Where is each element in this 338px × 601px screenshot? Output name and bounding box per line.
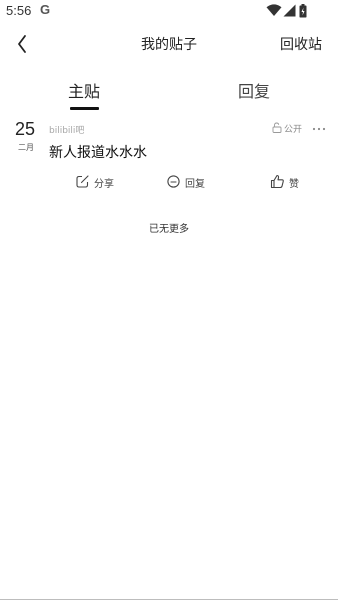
post-title[interactable]: 新人报道水水水: [49, 142, 147, 162]
share-button[interactable]: 分享: [75, 173, 125, 191]
wifi-icon: [266, 4, 282, 16]
no-more-indicator: 已无更多: [149, 224, 189, 235]
tab-bar: 主贴 回复: [0, 74, 338, 114]
reply-button[interactable]: 回复: [166, 173, 216, 191]
visibility-label: 公开: [284, 125, 303, 135]
battery-icon: [299, 4, 307, 18]
forum-name-link[interactable]: bilibili吧: [49, 123, 84, 136]
post-actions: 分享 回复 赞: [0, 173, 338, 191]
share-icon: [76, 175, 89, 188]
status-bar: 5:56 G: [0, 0, 338, 24]
cellular-signal-icon: [283, 4, 296, 17]
share-label: 分享: [94, 179, 114, 190]
post-card[interactable]: 25 二月 bilibili吧 公开 新人报道水水水 分享 回复 赞: [0, 116, 338, 196]
reply-label: 回复: [185, 179, 205, 190]
recycle-bin-link[interactable]: 回收站: [280, 34, 322, 54]
active-tab-indicator: [70, 107, 99, 110]
more-options-icon[interactable]: [311, 120, 327, 132]
thumbs-up-icon: [270, 174, 284, 189]
google-icon: G: [40, 2, 51, 17]
post-date-month: 二月: [18, 143, 34, 152]
lock-open-icon: [272, 122, 282, 133]
post-date-day: 25: [15, 119, 36, 139]
comment-icon: [167, 175, 180, 188]
top-nav: 我的贴子 回收站: [0, 28, 338, 60]
tab-main-posts[interactable]: 主贴: [44, 78, 124, 102]
like-label: 赞: [289, 179, 299, 190]
status-time: 5:56: [6, 3, 32, 18]
bottom-divider: [0, 599, 338, 600]
like-button[interactable]: 赞: [270, 173, 310, 191]
tab-replies[interactable]: 回复: [214, 78, 294, 102]
status-icons: [266, 4, 316, 18]
